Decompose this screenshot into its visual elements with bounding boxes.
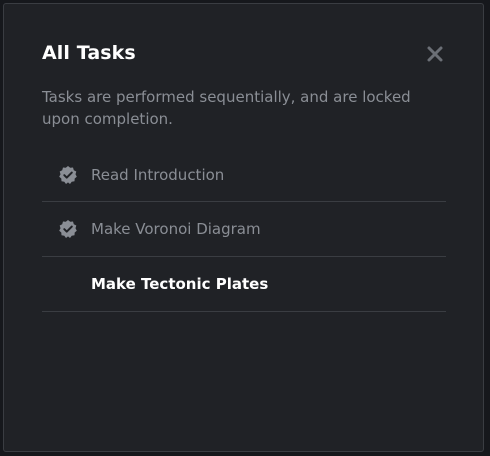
check-badge-icon <box>59 165 77 184</box>
dialog-subtitle: Tasks are performed sequentially, and ar… <box>42 88 411 128</box>
task-item-make-voronoi-diagram[interactable]: Make Voronoi Diagram <box>42 202 446 257</box>
dialog-title: All Tasks <box>42 42 136 64</box>
check-badge-icon <box>59 220 77 238</box>
task-label: Make Voronoi Diagram <box>91 220 261 238</box>
task-list: Read Introduction Make Voronoi Diagram M… <box>42 148 446 312</box>
task-icon-placeholder <box>58 274 78 294</box>
task-label: Read Introduction <box>91 165 225 184</box>
close-button[interactable] <box>423 42 447 66</box>
close-icon <box>427 46 443 62</box>
all-tasks-dialog: All Tasks Tasks are performed sequential… <box>3 3 484 452</box>
task-item-make-tectonic-plates[interactable]: Make Tectonic Plates <box>42 257 446 312</box>
task-label: Make Tectonic Plates <box>91 275 269 293</box>
task-item-read-introduction[interactable]: Read Introduction <box>42 148 446 202</box>
